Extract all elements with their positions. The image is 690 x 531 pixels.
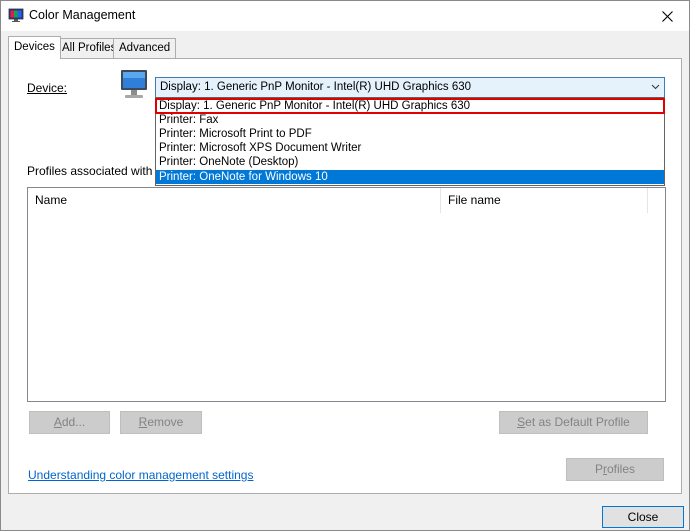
window-title: Color Management [29,8,136,22]
device-option-fax[interactable]: Printer: Fax [156,113,664,127]
add-button-mnemonic: A [53,415,62,429]
device-dropdown[interactable]: Display: 1. Generic PnP Monitor - Intel(… [155,77,665,98]
title-bar: Color Management [1,1,689,31]
remove-button[interactable]: Remove [120,411,202,434]
set-default-profile-button[interactable]: Set as Default Profile [499,411,648,434]
profiles-associated-label: Profiles associated with th [27,164,166,178]
understanding-color-management-link[interactable]: Understanding color management settings [28,468,253,482]
device-option-onenote-win10[interactable]: Printer: OneNote for Windows 10 [156,170,664,184]
tab-devices[interactable]: Devices [8,36,61,59]
set-default-mnemonic: S [517,415,526,429]
close-window-button[interactable] [645,1,689,31]
close-button[interactable]: Close [602,506,684,528]
profiles-button-rest: ofiles [607,462,636,476]
profiles-button-pre: P [594,462,603,476]
device-dropdown-value: Display: 1. Generic PnP Monitor - Intel(… [160,81,472,93]
device-option-onenote-desktop[interactable]: Printer: OneNote (Desktop) [156,155,664,169]
column-header-file-name[interactable]: File name [441,188,647,213]
profiles-list-header: Name File name [28,188,665,213]
device-label: Device: [27,81,67,95]
set-default-label: et as Default Profile [525,415,630,429]
profiles-list[interactable]: Name File name [27,187,666,402]
column-divider[interactable] [647,188,648,213]
monitor-icon [121,70,147,98]
profiles-button[interactable]: Profiles [566,458,664,481]
tab-advanced[interactable]: Advanced [113,38,177,58]
chevron-down-icon [651,84,660,90]
device-option-print-to-pdf[interactable]: Printer: Microsoft Print to PDF [156,127,664,141]
add-button-label: dd... [61,415,86,429]
color-management-icon [8,8,24,22]
column-header-name[interactable]: Name [28,188,440,213]
device-option-display[interactable]: Display: 1. Generic PnP Monitor - Intel(… [155,98,665,114]
remove-button-mnemonic: R [138,415,148,429]
device-dropdown-list: Display: 1. Generic PnP Monitor - Intel(… [155,97,665,186]
color-management-window: Color Management Devices All Profiles Ad… [0,0,690,531]
device-option-xps-writer[interactable]: Printer: Microsoft XPS Document Writer [156,141,664,155]
close-icon [661,10,673,22]
add-button[interactable]: Add... [29,411,110,434]
device-label-text: Device: [27,81,68,95]
remove-button-label: emove [147,415,184,429]
